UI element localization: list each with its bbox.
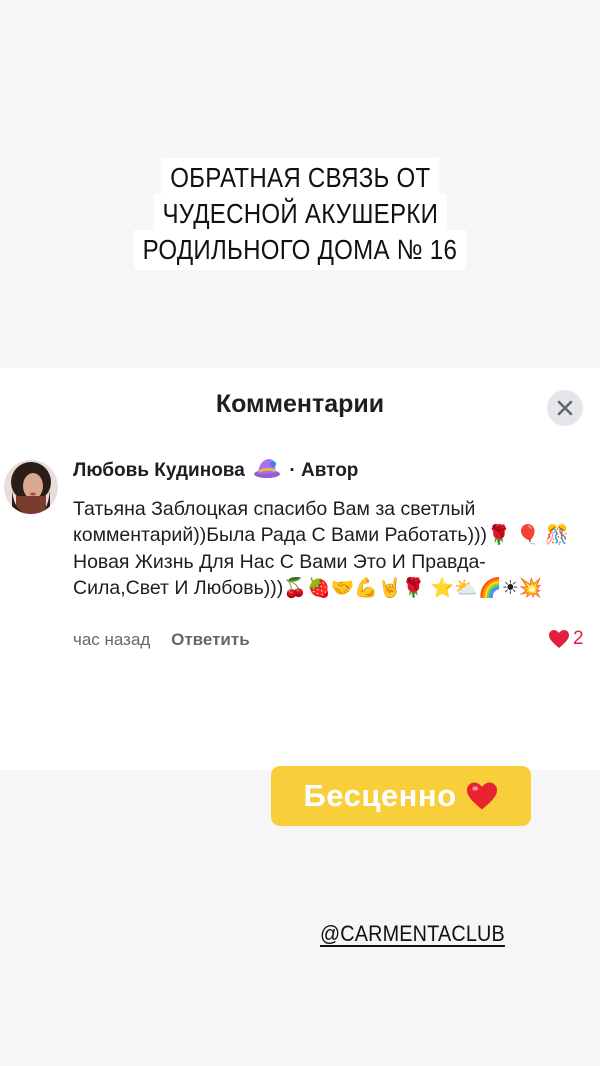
rainbow-emoji-icon: 🌈 <box>478 578 502 599</box>
comment-time: час назад <box>73 630 151 649</box>
boom-emoji-icon: 💥 <box>518 578 543 599</box>
comment-text-line-2: комментарий))Была Рада С Вами Работать))… <box>73 524 488 546</box>
sticker-priceless: Бесценно <box>271 766 531 826</box>
reply-button[interactable]: Ответить <box>171 630 250 649</box>
red-heart-icon <box>466 782 497 810</box>
comment-text: Татьяна Заблоцкая спасибо Вам за светлый… <box>73 496 573 602</box>
account-handle[interactable]: @CARMENTACLUB <box>320 921 505 947</box>
balloon-emoji-icon: 🎈 <box>516 525 540 546</box>
comment: Любовь Кудинова · Автор Татьяна Заблоцка… <box>73 456 588 602</box>
headline-line-2: ЧУДЕСНОЙ АКУШЕРКИ <box>153 194 447 234</box>
rose-emoji-icon: 🌹 <box>487 525 511 546</box>
comments-title: Комментарии <box>215 390 385 418</box>
avatar[interactable] <box>4 460 58 514</box>
like-reactions[interactable]: 2 <box>548 628 584 650</box>
rock-hand-emoji-icon: 🤘 <box>377 578 402 599</box>
strawberry-emoji-icon: 🍓 <box>306 578 331 599</box>
sun-emoji-icon: ☀ <box>501 578 519 599</box>
author-separator: · <box>289 460 296 481</box>
headline-line-3: РОДИЛЬНОГО ДОМА № 16 <box>134 230 466 270</box>
headline-line-1: ОБРАТНАЯ СВЯЗЬ ОТ <box>161 158 439 198</box>
headline: ОБРАТНАЯ СВЯЗЬ ОТ ЧУДЕСНОЙ АКУШЕРКИ РОДИ… <box>0 158 600 270</box>
muscle-emoji-icon: 💪 <box>354 578 378 599</box>
close-button[interactable] <box>547 390 583 426</box>
close-icon <box>557 400 573 416</box>
author-name[interactable]: Любовь Кудинова <box>73 460 245 481</box>
handshake-emoji-icon: 🤝 <box>330 578 355 599</box>
star-emoji-icon: ⭐ <box>430 578 455 599</box>
comments-card: Комментарии Любовь Кудинова · Автор Тать… <box>0 368 600 770</box>
cloud-emoji-icon: ⛅ <box>454 578 479 599</box>
story-page: ОБРАТНАЯ СВЯЗЬ ОТ ЧУДЕСНОЙ АКУШЕРКИ РОДИ… <box>0 0 600 1066</box>
hat-emoji-icon <box>253 456 281 488</box>
comment-text-line-3: Новая Жизнь Для Нас С Вами Это И <box>73 551 406 573</box>
comment-meta: час назад Ответить <box>73 630 250 650</box>
heart-icon <box>549 630 569 648</box>
comment-text-line-1: Татьяна Заблоцкая спасибо Вам за светлый <box>73 498 476 520</box>
comment-header: Любовь Кудинова · Автор <box>73 456 588 488</box>
cherries-emoji-icon: 🍒 <box>283 578 307 599</box>
author-role-badge: Автор <box>300 460 359 481</box>
like-count: 2 <box>573 628 584 649</box>
sticker-text: Бесценно <box>303 778 457 813</box>
confetti-emoji-icon: 🎊 <box>545 525 569 546</box>
rose-emoji-icon-2: 🌹 <box>401 578 426 599</box>
